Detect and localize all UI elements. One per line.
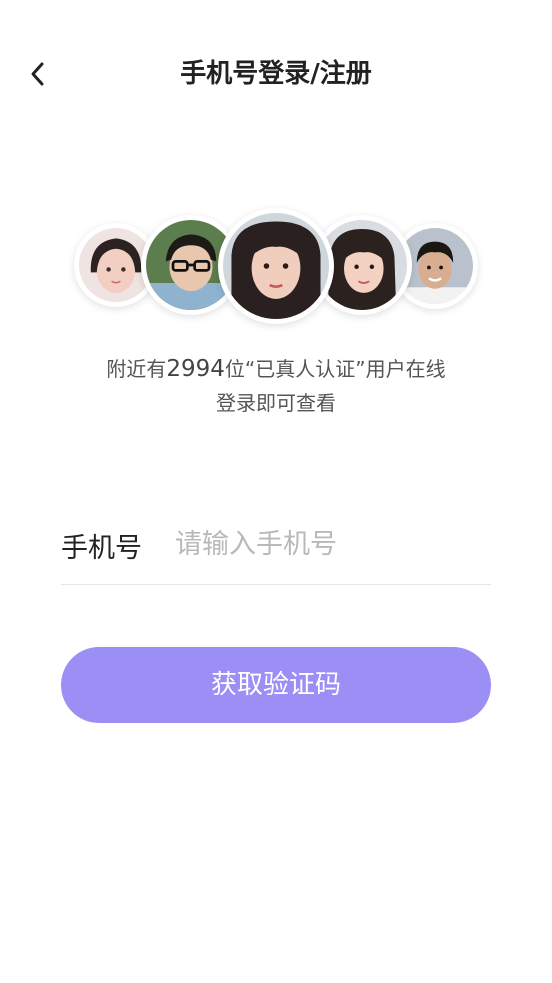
online-prefix: 附近有 [106, 357, 167, 381]
login-hint: 登录即可查看 [216, 391, 336, 415]
phone-input[interactable] [175, 520, 485, 568]
top-nav-bar: 手机号登录/注册 [0, 40, 552, 108]
online-users-text: 附近有2994位“已真人认证”用户在线 登录即可查看 [0, 352, 552, 420]
page-title: 手机号登录/注册 [180, 59, 372, 89]
user-avatar-3 [218, 208, 334, 324]
avatar-group [0, 205, 552, 325]
phone-field-row: 手机号 [61, 512, 491, 585]
phone-label: 手机号 [61, 533, 142, 564]
online-suffix: 位“已真人认证”用户在线 [224, 357, 446, 381]
get-code-button[interactable]: 获取验证码 [61, 647, 491, 723]
online-count: 2994 [166, 356, 225, 382]
